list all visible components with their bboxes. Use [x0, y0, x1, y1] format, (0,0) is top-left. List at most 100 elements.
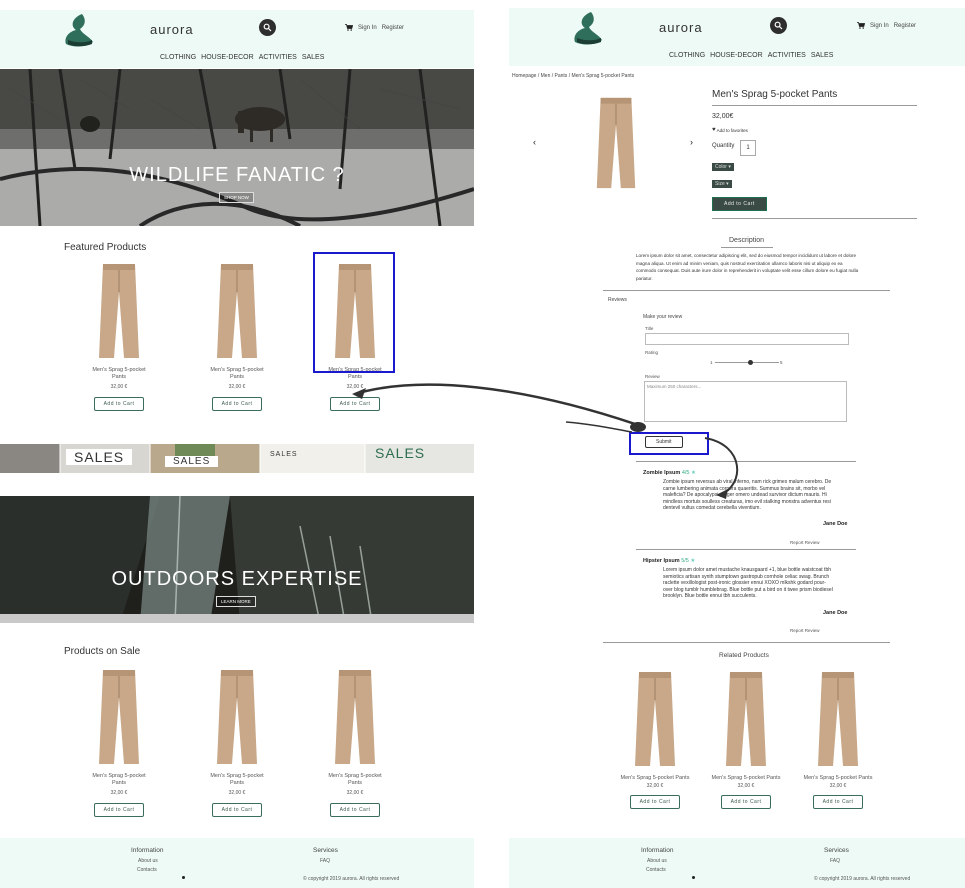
review-title: Zombie Ipsum 4/5 ★	[643, 470, 696, 476]
add-to-cart-button[interactable]: Add to Cart	[211, 397, 263, 411]
review-author: Jane Doe	[823, 610, 848, 616]
pants-image[interactable]	[724, 670, 768, 770]
sales-label: SALES	[165, 456, 219, 467]
add-to-cart-button[interactable]: Add to Cart	[812, 795, 864, 809]
pants-image[interactable]	[97, 262, 141, 362]
rating-slider[interactable]	[715, 360, 779, 365]
contacts-link[interactable]: Contacts	[137, 867, 157, 873]
sales-label: SALES	[66, 449, 133, 465]
sales-banner[interactable]: SALES SALES SALES SALES	[0, 444, 474, 473]
nav-clothing[interactable]: CLOTHING	[669, 52, 705, 59]
breadcrumb[interactable]: Homepage / Men / Pants / Men's Sprag 5-p…	[512, 73, 634, 79]
add-to-cart-button[interactable]: Add to Cart	[329, 803, 381, 817]
shop-now-button[interactable]: SHOP NOW	[219, 192, 254, 203]
pants-image[interactable]	[633, 670, 677, 770]
highlight-box	[313, 252, 395, 373]
review-title-input[interactable]	[645, 333, 849, 345]
nav-house-decor[interactable]: HOUSE-DECOR	[201, 54, 254, 61]
wildlife-hero-banner: WILDLIFE FANATIC ? SHOP NOW	[0, 69, 474, 226]
about-us-link[interactable]: About us	[138, 858, 158, 864]
pants-image[interactable]	[333, 668, 377, 768]
faq-link[interactable]: FAQ	[320, 858, 330, 864]
divider	[603, 290, 890, 291]
nav-clothing[interactable]: CLOTHING	[160, 54, 196, 61]
sign-in-link[interactable]: Sign In	[358, 25, 377, 31]
products-on-sale-title: Products on Sale	[64, 646, 141, 657]
add-to-cart-button[interactable]: Add to Cart	[93, 803, 145, 817]
review-text: Zombie ipsum reversus ab viral inferno, …	[663, 479, 832, 511]
product-main-image[interactable]	[594, 96, 638, 192]
product-card[interactable]: Men's Sprag 5-pocket Pants 32,00 € Add to…	[192, 262, 282, 411]
register-link[interactable]: Register	[382, 25, 404, 31]
product-price: 32,00 €	[346, 790, 364, 796]
aurora-logo-icon[interactable]	[571, 10, 605, 46]
nav-sales[interactable]: SALES	[302, 54, 325, 61]
add-to-cart-button[interactable]: Add to Cart	[712, 197, 767, 211]
product-card[interactable]: Men's Sprag 5-pocket Pants 32,00 € Add to…	[74, 262, 164, 411]
pants-image[interactable]	[816, 670, 860, 770]
add-to-favorites[interactable]: ♥ Add to favorites	[712, 127, 748, 133]
product-card[interactable]: Men's Sprag 5-pocket Pants 32,00 € Add to…	[74, 668, 164, 817]
account-links: Sign In Register	[857, 22, 916, 29]
rating-max: 5	[780, 360, 783, 365]
related-product-card[interactable]: Men's Sprag 5-pocket Pants 32,00 € Add t…	[793, 670, 883, 809]
nav-sales[interactable]: SALES	[811, 52, 834, 59]
nav-activities[interactable]: ACTIVITIES	[259, 54, 297, 61]
gallery-next-icon[interactable]: ›	[690, 137, 693, 147]
faq-link[interactable]: FAQ	[830, 858, 840, 864]
related-product-card[interactable]: Men's Sprag 5-pocket Pants 32,00 € Add t…	[701, 670, 791, 809]
add-to-cart-button[interactable]: Add to Cart	[211, 803, 263, 817]
footer-services-title: Services	[313, 847, 338, 854]
hero-title: WILDLIFE FANATIC ?	[129, 164, 345, 186]
color-select[interactable]: Color ▾	[712, 163, 734, 171]
product-name: Men's Sprag 5-pocket Pants	[92, 773, 146, 786]
product-card[interactable]: Men's Sprag 5-pocket Pants 32,00 € Add to…	[310, 668, 400, 817]
aurora-logo-icon[interactable]	[62, 12, 96, 48]
nav-house-decor[interactable]: HOUSE-DECOR	[710, 52, 763, 59]
account-links: Sign In Register	[345, 24, 404, 31]
about-us-link[interactable]: About us	[647, 858, 667, 864]
report-review-link[interactable]: Report Review	[790, 540, 820, 545]
add-to-cart-button[interactable]: Add to Cart	[93, 397, 145, 411]
footer-info-title: Information	[131, 847, 164, 854]
register-link[interactable]: Register	[894, 23, 916, 29]
product-price: 32,00 €	[829, 783, 847, 789]
pants-image[interactable]	[215, 262, 259, 362]
gallery-prev-icon[interactable]: ‹	[533, 137, 536, 147]
product-name: Men's Sprag 5-pocket Pants	[92, 367, 146, 380]
copyright-text: © copyright 2019 aurora. All rights rese…	[814, 876, 911, 882]
cart-icon[interactable]	[345, 24, 353, 31]
report-review-link[interactable]: Report Review	[790, 628, 820, 633]
pants-image[interactable]	[97, 668, 141, 768]
product-name: Men's Sprag 5-pocket Pants	[328, 773, 382, 786]
product-price: 32,00 €	[228, 384, 246, 390]
footer-logo-icon	[692, 876, 695, 879]
star-icon: ★	[690, 558, 696, 564]
contacts-link[interactable]: Contacts	[646, 867, 666, 873]
product-price: 32,00€	[712, 113, 734, 120]
divider	[636, 461, 856, 462]
product-card[interactable]: Men's Sprag 5-pocket Pants 32,00 € Add to…	[192, 668, 282, 817]
size-select[interactable]: Size ▾	[712, 180, 732, 188]
product-price: 32,00 €	[646, 783, 664, 789]
search-button[interactable]	[259, 19, 276, 36]
cart-icon[interactable]	[857, 22, 865, 29]
review-textarea[interactable]: Maximum 250 characters...	[644, 381, 847, 422]
product-page: aurora Sign In Register CLOTHING HOUSE-D…	[509, 0, 965, 888]
quantity-input[interactable]: 1	[740, 140, 756, 156]
description-title: Description	[729, 237, 765, 244]
learn-more-button[interactable]: LEARN MORE	[216, 596, 256, 607]
add-to-cart-button[interactable]: Add to Cart	[329, 397, 381, 411]
search-button[interactable]	[770, 17, 787, 34]
divider	[603, 642, 890, 643]
nav-activities[interactable]: ACTIVITIES	[768, 52, 806, 59]
brand-name[interactable]: aurora	[659, 20, 703, 35]
add-to-cart-button[interactable]: Add to Cart	[720, 795, 772, 809]
add-to-cart-button[interactable]: Add to Cart	[629, 795, 681, 809]
brand-name[interactable]: aurora	[150, 22, 194, 37]
related-product-card[interactable]: Men's Sprag 5-pocket Pants 32,00 € Add t…	[610, 670, 700, 809]
pants-image[interactable]	[215, 668, 259, 768]
main-nav: CLOTHING HOUSE-DECOR ACTIVITIES SALES	[669, 52, 833, 59]
sign-in-link[interactable]: Sign In	[870, 23, 889, 29]
rating-slider-thumb[interactable]	[747, 360, 753, 365]
